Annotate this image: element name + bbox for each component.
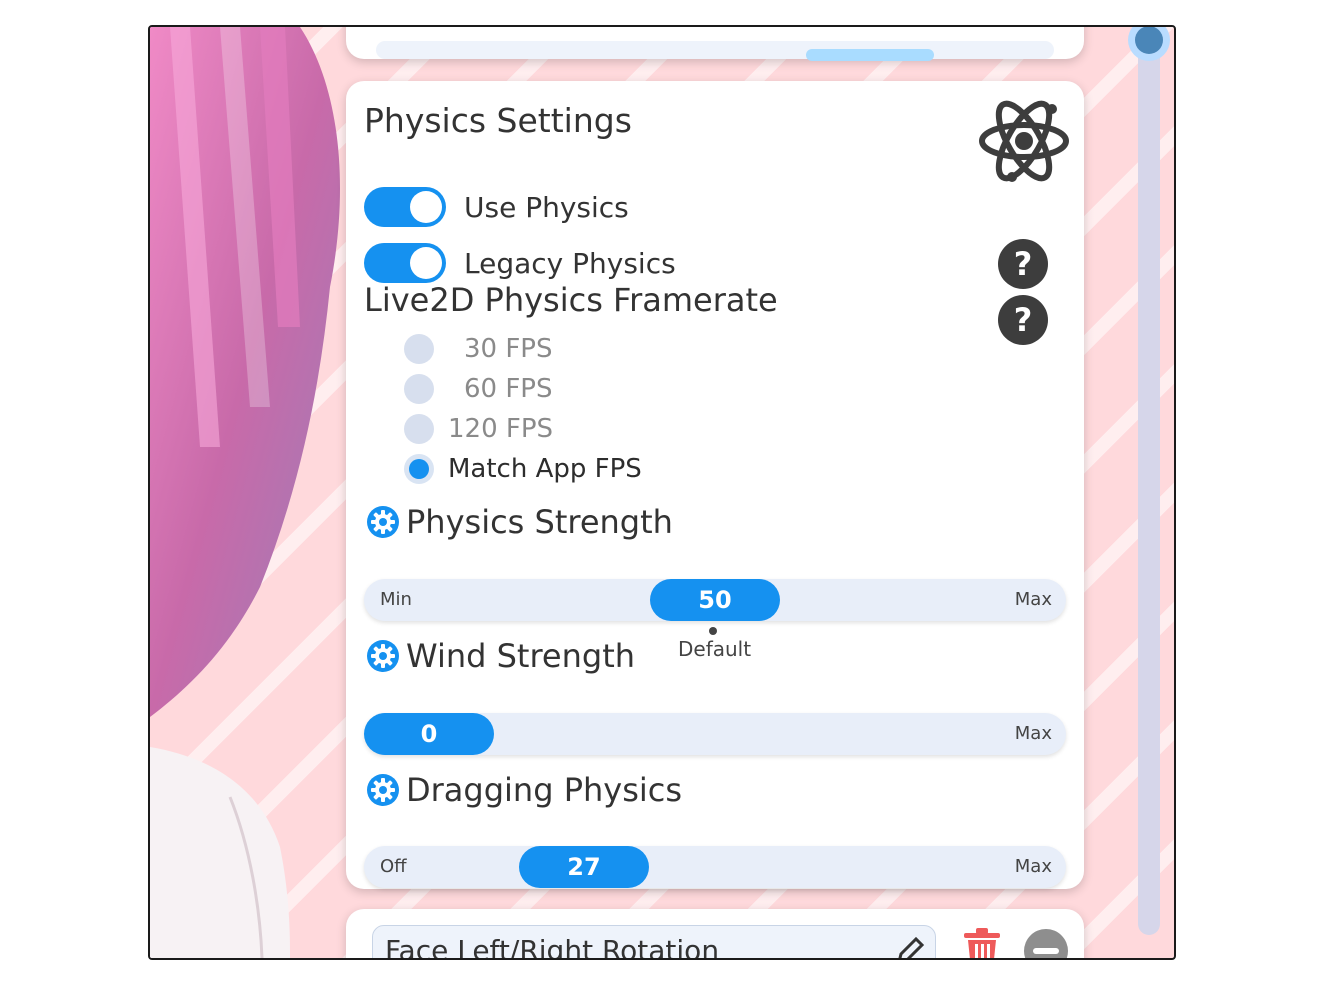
use-physics-row[interactable]: Use Physics <box>364 187 629 227</box>
radio-button-selected[interactable] <box>404 454 434 484</box>
slider-thumb[interactable]: 0 <box>364 713 494 755</box>
default-label: Default <box>678 637 752 661</box>
slider-min-label: Min <box>380 589 412 610</box>
wind-strength-title: Wind Strength <box>406 637 636 675</box>
radio-label: 30 FPS <box>464 334 553 364</box>
next-card: Face Left/Right Rotation <box>346 909 1084 960</box>
physics-strength-title: Physics Strength <box>406 503 673 541</box>
trash-icon[interactable] <box>962 927 1002 960</box>
card-name-field[interactable]: Face Left/Right Rotation <box>372 925 936 960</box>
previous-slider-thumb[interactable] <box>806 49 934 61</box>
wind-strength-header: Wind Strength <box>366 637 635 675</box>
gear-icon[interactable] <box>366 639 400 673</box>
dragging-physics-header: Dragging Physics <box>366 771 682 809</box>
radio-label: 120 FPS <box>448 414 554 444</box>
physics-settings-card: Physics Settings Use Physics Legacy Phys… <box>346 81 1084 889</box>
scrollbar-thumb[interactable] <box>1128 27 1170 61</box>
radio-label: 60 FPS <box>464 374 553 404</box>
app-window: Physics Settings Use Physics Legacy Phys… <box>148 25 1176 960</box>
use-physics-toggle[interactable] <box>364 187 446 227</box>
legacy-physics-label: Legacy Physics <box>464 246 676 280</box>
atom-icon <box>979 100 1069 182</box>
physics-strength-slider[interactable]: Min Max 50 <box>364 579 1066 621</box>
slider-max-label: Max <box>1014 589 1052 610</box>
default-marker <box>709 627 717 635</box>
radio-120fps[interactable]: 120 FPS <box>404 413 553 445</box>
dragging-physics-slider[interactable]: Off Max 27 <box>364 846 1066 888</box>
slider-thumb[interactable]: 27 <box>519 846 649 888</box>
radio-label: Match App FPS <box>448 454 642 484</box>
radio-button[interactable] <box>404 334 434 364</box>
radio-match-app-fps[interactable]: Match App FPS <box>404 453 642 485</box>
card-name-text: Face Left/Right Rotation <box>385 934 720 960</box>
slider-thumb[interactable]: 50 <box>650 579 780 621</box>
card-title: Physics Settings <box>364 101 632 140</box>
gear-icon[interactable] <box>366 773 400 807</box>
scrollbar[interactable] <box>1128 27 1170 937</box>
legacy-physics-row[interactable]: Legacy Physics <box>364 243 676 283</box>
previous-slider-track[interactable] <box>376 41 1054 59</box>
framerate-label: Live2D Physics Framerate <box>364 281 778 319</box>
radio-60fps[interactable]: 60 FPS <box>404 373 553 405</box>
radio-button[interactable] <box>404 374 434 404</box>
legacy-physics-help-icon[interactable]: ? <box>998 239 1048 289</box>
gear-icon[interactable] <box>366 505 400 539</box>
radio-button[interactable] <box>404 414 434 444</box>
use-physics-label: Use Physics <box>464 190 629 224</box>
wind-strength-slider[interactable]: Max 0 <box>364 713 1066 755</box>
minus-icon[interactable] <box>1024 929 1068 958</box>
slider-max-label: Max <box>1014 723 1052 744</box>
physics-strength-header: Physics Strength <box>366 503 673 541</box>
pencil-icon[interactable] <box>893 934 927 960</box>
dragging-physics-title: Dragging Physics <box>406 771 683 809</box>
legacy-physics-toggle[interactable] <box>364 243 446 283</box>
slider-max-label: Max <box>1014 856 1052 877</box>
scrollbar-track[interactable] <box>1138 27 1160 935</box>
radio-30fps[interactable]: 30 FPS <box>404 333 553 365</box>
framerate-help-icon[interactable]: ? <box>998 295 1048 345</box>
previous-card <box>346 27 1084 61</box>
slider-min-label: Off <box>380 856 407 877</box>
